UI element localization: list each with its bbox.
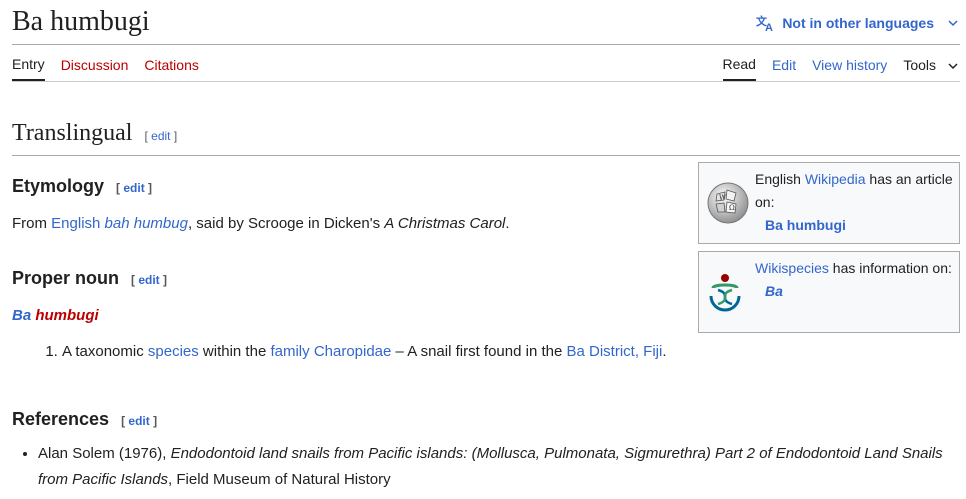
heading-proper-noun: Proper noun [ edit ] bbox=[12, 268, 167, 289]
link-charopidae[interactable]: Charopidae bbox=[314, 343, 392, 360]
reference-item: Alan Solem (1976), Endodontoid land snai… bbox=[38, 441, 962, 493]
etym-mid: , said by Scrooge in Dicken's bbox=[187, 215, 385, 232]
edit-section-translingual: [ edit ] bbox=[144, 129, 177, 143]
heading-divider bbox=[12, 155, 960, 156]
tab-citations[interactable]: Citations bbox=[144, 56, 198, 81]
title-divider bbox=[12, 44, 960, 45]
def-text-a: A taxonomic bbox=[62, 343, 148, 360]
edit-bracket-close: ] bbox=[173, 129, 178, 143]
edit-bracket-open: [ bbox=[144, 129, 148, 143]
wikipedia-target: Ba humbugi bbox=[755, 214, 953, 237]
edit-link[interactable]: edit bbox=[128, 414, 149, 428]
wp-text-pre: English bbox=[755, 171, 805, 187]
edit-section-proper-noun: [ edit ] bbox=[131, 273, 167, 287]
tab-entry[interactable]: Entry bbox=[12, 56, 45, 81]
link-wp-ba-humbugi[interactable]: Ba humbugi bbox=[765, 217, 846, 233]
edit-bracket-close: ] bbox=[148, 181, 153, 195]
tab-read[interactable]: Read bbox=[722, 56, 756, 81]
heading-etymology: Etymology [ edit ] bbox=[12, 176, 152, 197]
heading-etymology-text: Etymology bbox=[12, 176, 105, 196]
definition-list: A taxonomic species within the family Ch… bbox=[12, 339, 692, 365]
heading-proper-noun-text: Proper noun bbox=[12, 268, 119, 288]
edit-link[interactable]: edit bbox=[138, 273, 159, 287]
ref-author: Alan Solem (1976), bbox=[38, 445, 171, 462]
edit-section-etymology: [ edit ] bbox=[116, 181, 152, 195]
link-family[interactable]: family bbox=[270, 343, 309, 360]
wikispecies-target: Ba bbox=[755, 280, 953, 303]
edit-link[interactable]: edit bbox=[123, 181, 144, 195]
edit-section-references: [ edit ] bbox=[121, 414, 157, 428]
link-wikispecies[interactable]: Wikispecies bbox=[755, 260, 829, 276]
tab-view-history[interactable]: View history bbox=[812, 57, 887, 80]
link-bah-humbug[interactable]: bah humbug bbox=[105, 215, 188, 232]
link-ba-district[interactable]: Ba District, Fiji bbox=[566, 343, 662, 360]
etym-from: From bbox=[12, 215, 52, 232]
translate-icon: 文 A bbox=[756, 14, 776, 32]
chevron-down-icon bbox=[948, 57, 958, 73]
chevron-down-icon bbox=[948, 19, 958, 27]
def-text-b: within the bbox=[198, 343, 271, 360]
tab-discussion[interactable]: Discussion bbox=[61, 56, 129, 81]
headword-link-ba[interactable]: Ba bbox=[12, 307, 31, 324]
headword-line: Ba humbugi bbox=[12, 305, 99, 327]
view-tabs: Read Edit View history Tools bbox=[722, 56, 959, 81]
wikipedia-box-text: English Wikipedia has an article on: bbox=[755, 168, 953, 214]
heading-translingual-text: Translingual bbox=[12, 120, 133, 146]
ref-publisher: , Field Museum of Natural History bbox=[168, 471, 391, 488]
edit-bracket-open: [ bbox=[131, 273, 135, 287]
language-button[interactable]: 文 A Not in other languages bbox=[756, 14, 958, 32]
language-button-label: Not in other languages bbox=[782, 15, 934, 31]
tools-menu[interactable]: Tools bbox=[903, 57, 958, 80]
headword-link-humbugi[interactable]: humbugi bbox=[35, 307, 98, 324]
page-title: Ba humbugi bbox=[12, 6, 150, 37]
svg-text:A: A bbox=[765, 22, 773, 32]
references-list: Alan Solem (1976), Endodontoid land snai… bbox=[12, 441, 962, 493]
etymology-text: From English bah humbug, said by Scrooge… bbox=[12, 213, 510, 235]
namespace-tabs: Entry Discussion Citations bbox=[12, 56, 199, 81]
tools-menu-label: Tools bbox=[903, 57, 936, 73]
link-ws-ba[interactable]: Ba bbox=[765, 283, 783, 299]
def-text-d: – A snail first found in the bbox=[391, 343, 567, 360]
wikispecies-box-text: Wikispecies has information on: bbox=[755, 257, 953, 280]
edit-bracket-open: [ bbox=[116, 181, 121, 195]
definition-item: A taxonomic species within the family Ch… bbox=[62, 339, 692, 365]
def-text-e: . bbox=[662, 343, 667, 360]
tabs-divider bbox=[12, 81, 960, 82]
svg-text:W: W bbox=[719, 194, 727, 202]
wikispecies-box: Wikispecies has information on: Ba bbox=[698, 251, 960, 333]
wikispecies-logo-icon bbox=[705, 272, 745, 321]
edit-bracket-close: ] bbox=[153, 414, 158, 428]
svg-text:Ω: Ω bbox=[729, 204, 735, 212]
edit-link[interactable]: edit bbox=[151, 129, 170, 143]
edit-bracket-open: [ bbox=[121, 414, 126, 428]
wikipedia-box: W Ω English Wikipedia has an article on:… bbox=[698, 162, 960, 244]
link-english[interactable]: English bbox=[51, 215, 100, 232]
ws-text-post: has information on: bbox=[828, 260, 952, 276]
edit-bracket-close: ] bbox=[163, 273, 168, 287]
tab-edit[interactable]: Edit bbox=[772, 57, 796, 80]
etym-end: . bbox=[505, 215, 510, 232]
wikipedia-globe-icon: W Ω bbox=[705, 180, 751, 233]
link-species[interactable]: species bbox=[148, 343, 199, 360]
heading-translingual: Translingual [ edit ] bbox=[12, 120, 177, 147]
heading-references-text: References bbox=[12, 409, 110, 429]
etym-title: A Christmas Carol bbox=[384, 215, 506, 232]
heading-references: References [ edit ] bbox=[12, 409, 157, 430]
link-wikipedia[interactable]: Wikipedia bbox=[805, 171, 866, 187]
